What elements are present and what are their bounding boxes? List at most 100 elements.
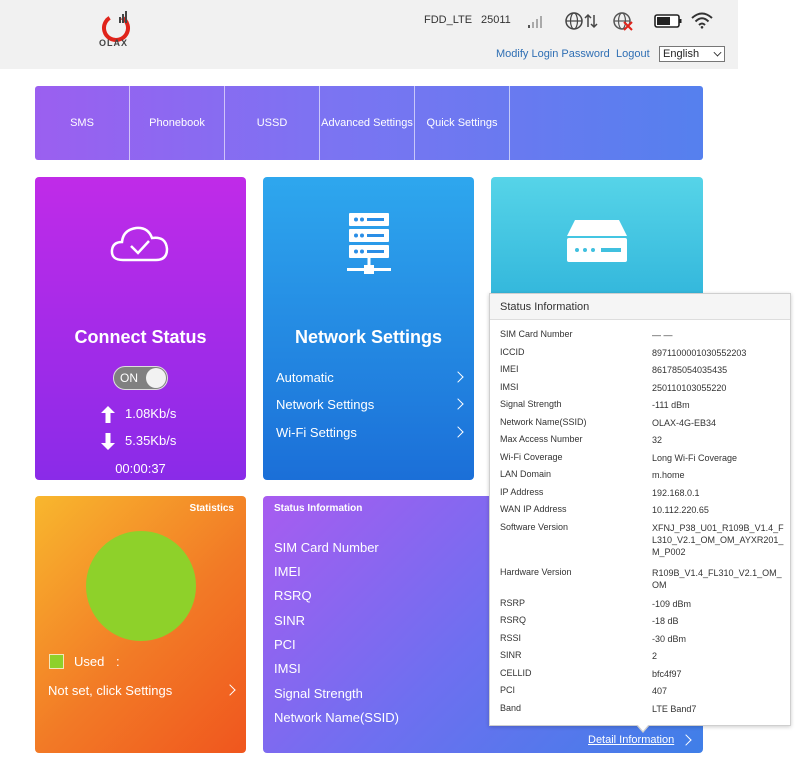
popup-value: 192.168.0.1	[652, 488, 700, 498]
popup-pointer-fill	[637, 724, 649, 731]
connect-toggle[interactable]: ON	[113, 366, 168, 390]
popup-label: WAN IP Address	[500, 504, 567, 514]
popup-title: Status Information	[490, 294, 790, 320]
popup-value: OLAX-4G-EB34	[652, 418, 717, 428]
popup-value: bfc4f97	[652, 669, 682, 679]
status-label-ssid: Network Name(SSID)	[274, 710, 399, 725]
network-settings-title: Network Settings	[294, 327, 443, 347]
popup-value: Long Wi-Fi Coverage	[652, 453, 738, 463]
chevron-down-icon	[713, 48, 722, 57]
usage-pie	[86, 531, 196, 641]
popup-value: — —	[652, 330, 673, 340]
popup-label: Network Name(SSID)	[500, 417, 587, 427]
statistics-settings-link[interactable]: Not set, click Settings	[48, 683, 236, 698]
nav-quick-settings[interactable]: Quick Settings	[415, 86, 510, 160]
chevron-right-icon	[452, 426, 464, 438]
network-settings-label: Network Settings	[276, 397, 375, 412]
popup-value: m.home	[652, 470, 685, 480]
network-code: 25011	[481, 14, 511, 26]
popup-label: Signal Strength	[500, 399, 562, 409]
main-nav: SMS Phonebook USSD Advanced Settings Qui…	[35, 86, 703, 160]
network-type: FDD_LTE	[424, 14, 473, 26]
popup-label: LAN Domain	[500, 469, 552, 479]
popup-value: 8971100001030552203	[652, 348, 747, 358]
popup-label: CELLID	[500, 668, 532, 678]
popup-label: IMSI	[500, 382, 519, 392]
popup-value: LTE Band7	[652, 704, 697, 714]
language-select[interactable]: English	[659, 46, 725, 62]
cloud-check-icon	[110, 226, 169, 262]
status-label-sinr: SINR	[274, 613, 306, 628]
nav-sms[interactable]: SMS	[35, 86, 130, 160]
arrow-down-icon	[101, 433, 115, 450]
nav-ussd[interactable]: USSD	[225, 86, 320, 160]
not-set-label: Not set, click Settings	[48, 683, 173, 698]
popup-value: 250110103055220	[652, 383, 727, 393]
popup-value: 861785054035435	[652, 365, 728, 375]
status-information-popup: Status Information SIM Card Number — — I…	[489, 293, 791, 726]
popup-label: RSSI	[500, 633, 522, 643]
network-settings-card: Network Settings Automatic Network Setti…	[263, 177, 474, 480]
popup-value: 10.112.220.65	[652, 505, 709, 515]
wifi-settings-label: Wi-Fi Settings	[276, 425, 357, 440]
chevron-right-icon	[452, 398, 464, 410]
popup-value: 2	[652, 651, 658, 661]
used-label: Used	[74, 654, 105, 669]
connect-status-card: Connect Status ON 1.08Kb/s 5.35Kb/s 00:0…	[35, 177, 246, 480]
arrow-up-icon	[101, 406, 115, 423]
router-device-icon	[567, 220, 627, 262]
chevron-right-icon	[452, 371, 464, 383]
popup-label: IMEI	[500, 364, 519, 374]
popup-value: -30 dBm	[652, 634, 687, 644]
nav-advanced-settings[interactable]: Advanced Settings	[320, 86, 415, 160]
chevron-right-icon	[224, 684, 236, 696]
popup-label: Wi-Fi Coverage	[500, 452, 563, 462]
automatic-link[interactable]: Automatic	[276, 370, 464, 385]
logo-text: OLAX	[99, 38, 129, 48]
server-network-icon	[347, 213, 391, 274]
used-separator: :	[116, 654, 120, 669]
signal-bars-icon	[528, 16, 542, 28]
popup-label: SINR	[500, 650, 522, 660]
popup-label: RSRQ	[500, 615, 527, 625]
detail-information-link[interactable]: Detail Information	[588, 734, 674, 746]
globe-data-icon	[565, 12, 598, 30]
popup-label: Band	[500, 703, 522, 713]
logout-link[interactable]: Logout	[616, 48, 650, 60]
device-card	[491, 177, 703, 297]
header-bar: OLAX FDD_LTE 25011 Modify Login Password	[0, 0, 738, 69]
upload-rate: 1.08Kb/s	[125, 406, 177, 421]
status-label-pci: PCI	[274, 637, 296, 652]
network-settings-link[interactable]: Network Settings	[276, 397, 464, 412]
globe-disabled-icon	[613, 12, 633, 31]
status-card-title: Status Information	[274, 503, 363, 514]
popup-value: R109B_V1.4_FL310_V2.1_OM_OM	[652, 568, 782, 590]
popup-label: SIM Card Number	[500, 329, 573, 339]
toggle-label: ON	[120, 371, 138, 385]
status-label-imsi: IMSI	[274, 661, 301, 676]
popup-value: -111 dBm	[652, 400, 690, 410]
popup-label: Software Version	[500, 522, 569, 532]
battery-icon	[654, 14, 682, 28]
statistics-card: Statistics Used : Not set, click Setting…	[35, 496, 246, 753]
toggle-knob	[146, 368, 166, 388]
status-label-sim: SIM Card Number	[274, 540, 379, 555]
popup-value: 407	[652, 686, 668, 696]
popup-label: ICCID	[500, 347, 525, 357]
statistics-title: Statistics	[189, 503, 234, 514]
nav-phonebook[interactable]: Phonebook	[130, 86, 225, 160]
wifi-icon	[691, 12, 713, 29]
popup-value: XFNJ_P38_U01_R109B_V1.4_FL310_V2.1_OM_OM…	[652, 523, 784, 557]
status-label-imei: IMEI	[274, 564, 301, 579]
popup-label: Max Access Number	[500, 434, 583, 444]
popup-value: 32	[652, 435, 663, 445]
popup-label: IP Address	[500, 487, 544, 497]
wifi-settings-link[interactable]: Wi-Fi Settings	[276, 425, 464, 440]
popup-label: PCI	[500, 685, 516, 695]
used-indicator	[49, 654, 64, 669]
modify-password-link[interactable]: Modify Login Password	[496, 48, 610, 60]
popup-value: -109 dBm	[652, 599, 692, 609]
connect-status-title: Connect Status	[74, 327, 207, 347]
language-value: English	[663, 48, 700, 60]
popup-value: -18 dB	[652, 616, 679, 626]
